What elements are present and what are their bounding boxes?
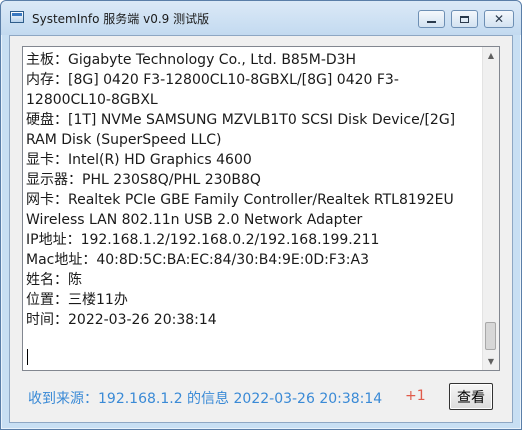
window-title: SystemInfo 服务端 v0.9 测试版 (32, 12, 210, 26)
app-icon (10, 11, 24, 23)
info-line-monitor: 显示器：PHL 230S8Q/PHL 230B8Q (26, 172, 261, 188)
app-window: SystemInfo 服务端 v0.9 测试版 ✕ 主板：Gigabyte Te… (0, 0, 522, 430)
info-line-time: 时间：2022-03-26 20:38:14 (26, 312, 217, 328)
info-line-nic: 网卡：Realtek PCIe GBE Family Controller/Re… (26, 192, 454, 228)
scroll-up-icon[interactable]: ▲ (483, 47, 499, 64)
view-button[interactable]: 查看 (449, 383, 493, 410)
info-line-mac: Mac地址：40:8D:5C:BA:EC:84/30:B4:9E:0D:F3:A… (26, 252, 370, 268)
status-message: 收到来源：192.168.1.2 的信息 2022-03-26 20:38:14 (28, 391, 383, 407)
info-line-gpu: 显卡：Intel(R) HD Graphics 4600 (26, 152, 252, 168)
maximize-icon (460, 15, 469, 23)
info-line-disk: 硬盘：[1T] NVMe SAMSUNG MZVLB1T0 SCSI Disk … (26, 112, 456, 148)
close-button[interactable]: ✕ (484, 10, 514, 28)
info-line-motherboard: 主板：Gigabyte Technology Co., Ltd. B85M-D3… (26, 52, 357, 68)
minimize-button[interactable] (418, 10, 445, 28)
info-text: 主板：Gigabyte Technology Co., Ltd. B85M-D3… (26, 50, 482, 330)
info-line-location: 位置：三楼11办 (26, 292, 128, 308)
scroll-down-icon[interactable]: ▼ (483, 353, 499, 370)
info-line-ip: IP地址：192.168.1.2/192.168.0.2/192.168.199… (26, 232, 380, 248)
title-bar[interactable]: SystemInfo 服务端 v0.9 测试版 ✕ (1, 1, 521, 35)
close-icon: ✕ (493, 12, 505, 26)
scrollbar-thumb[interactable] (485, 322, 496, 350)
text-caret (27, 349, 28, 365)
info-line-memory: 内存：[8G] 0420 F3-12800CL10-8GBXL/[8G] 042… (26, 72, 399, 108)
info-line-name: 姓名：陈 (26, 272, 82, 288)
minimize-icon (427, 21, 436, 23)
info-textarea[interactable]: 主板：Gigabyte Technology Co., Ltd. B85M-D3… (22, 46, 500, 371)
client-area: 主板：Gigabyte Technology Co., Ltd. B85M-D3… (9, 35, 513, 423)
message-counter: +1 (405, 388, 426, 404)
maximize-button[interactable] (451, 10, 478, 28)
vertical-scrollbar[interactable]: ▲ ▼ (482, 47, 499, 370)
